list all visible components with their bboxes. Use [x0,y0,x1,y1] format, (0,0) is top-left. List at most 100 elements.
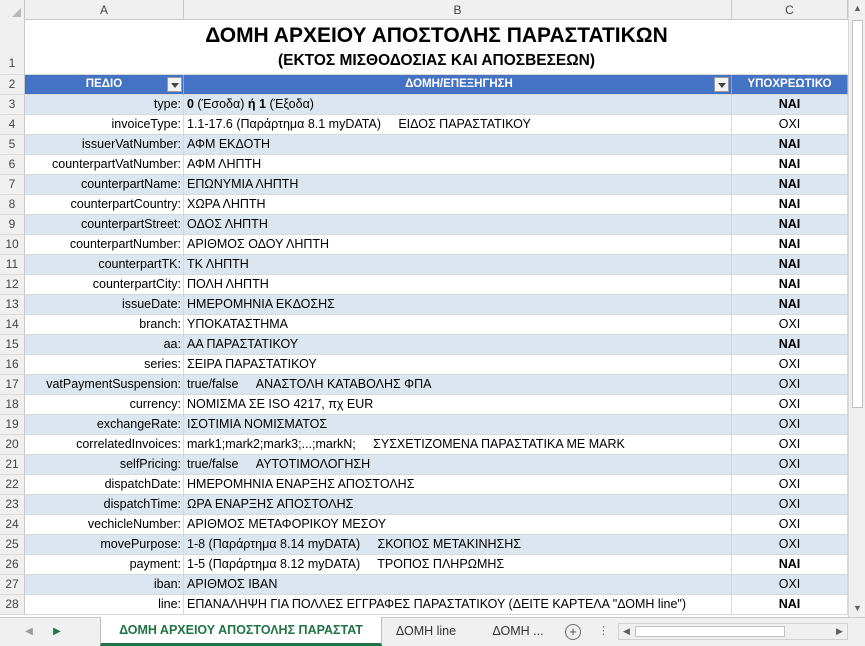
horizontal-scrollbar[interactable]: ◀ ▶ [618,623,848,640]
description-cell[interactable]: 0 (Έσοδα) ή 1 (Έξοδα) [184,95,732,115]
column-header-c[interactable]: C [732,0,848,20]
description-cell[interactable]: ΕΠΑΝΑΛΗΨΗ ΓΙΑ ΠΟΛΛΕΣ ΕΓΓΡΑΦΕΣ ΠΑΡΑΣΤΑΤΙΚ… [184,595,732,615]
scroll-left-icon[interactable]: ◀ [619,624,634,639]
add-sheet-icon[interactable]: + [565,624,581,640]
row-number[interactable]: 12 [0,275,25,295]
row-number[interactable]: 6 [0,155,25,175]
row-number[interactable]: 7 [0,175,25,195]
required-cell[interactable]: ΝΑΙ [732,215,848,235]
description-cell[interactable]: ΑΡΙΘΜΟΣ ΟΔΟΥ ΛΗΠΤΗ [184,235,732,255]
row-number[interactable]: 28 [0,595,25,615]
row-number[interactable]: 8 [0,195,25,215]
field-name-cell[interactable]: currency: [25,395,184,415]
row-number[interactable]: 15 [0,335,25,355]
required-cell[interactable]: ΟΧΙ [732,575,848,595]
field-name-cell[interactable]: invoiceType: [25,115,184,135]
filter-dropdown-icon[interactable] [714,77,729,92]
description-cell[interactable]: 1.1-17.6 (Παράρτημα 8.1 myDATA) ΕΙΔΟΣ ΠΑ… [184,115,732,135]
field-name-cell[interactable]: dispatchTime: [25,495,184,515]
field-name-cell[interactable]: movePurpose: [25,535,184,555]
description-cell[interactable]: ΝΟΜΙΣΜΑ ΣΕ ISO 4217, πχ EUR [184,395,732,415]
required-cell[interactable]: ΟΧΙ [732,475,848,495]
description-cell[interactable]: ΟΔΟΣ ΛΗΠΤΗ [184,215,732,235]
field-name-cell[interactable]: iban: [25,575,184,595]
select-all-button[interactable] [0,0,25,20]
row-number[interactable]: 19 [0,415,25,435]
tab-prev-icon[interactable]: ◀ [22,623,36,641]
required-cell[interactable]: ΟΧΙ [732,415,848,435]
required-cell[interactable]: ΟΧΙ [732,435,848,455]
required-cell[interactable]: ΟΧΙ [732,495,848,515]
row-number[interactable]: 20 [0,435,25,455]
description-cell[interactable]: ΧΩΡΑ ΛΗΠΤΗ [184,195,732,215]
field-name-cell[interactable]: exchangeRate: [25,415,184,435]
row-number[interactable]: 1 [0,20,25,75]
field-name-cell[interactable]: counterpartCountry: [25,195,184,215]
splitter-handle-icon[interactable]: ⋮ [598,624,609,640]
field-name-cell[interactable]: counterpartName: [25,175,184,195]
header-field[interactable]: ΠΕΔΙΟ [25,75,184,95]
row-number[interactable]: 14 [0,315,25,335]
scroll-up-icon[interactable]: ▲ [849,0,865,17]
field-name-cell[interactable]: payment: [25,555,184,575]
required-cell[interactable]: ΝΑΙ [732,155,848,175]
field-name-cell[interactable]: vatPaymentSuspension: [25,375,184,395]
field-name-cell[interactable]: counterpartStreet: [25,215,184,235]
description-cell[interactable]: ΕΠΩΝΥΜΙΑ ΛΗΠΤΗ [184,175,732,195]
required-cell[interactable]: ΝΑΙ [732,235,848,255]
field-name-cell[interactable]: dispatchDate: [25,475,184,495]
required-cell[interactable]: ΝΑΙ [732,95,848,115]
required-cell[interactable]: ΟΧΙ [732,315,848,335]
description-cell[interactable]: ΗΜΕΡΟΜΗΝΙΑ ΕΚΔΟΣΗΣ [184,295,732,315]
tab-more-sheet[interactable]: ΔΟΜΗ ... [478,618,558,645]
row-number[interactable]: 23 [0,495,25,515]
field-name-cell[interactable]: type: [25,95,184,115]
field-name-cell[interactable]: issueDate: [25,295,184,315]
field-name-cell[interactable]: counterpartCity: [25,275,184,295]
scroll-down-icon[interactable]: ▼ [849,600,865,617]
description-cell[interactable]: 1-5 (Παράρτημα 8.12 myDATA) ΤΡΟΠΟΣ ΠΛΗΡΩ… [184,555,732,575]
column-header-b[interactable]: B [184,0,732,20]
description-cell[interactable]: ΑΦΜ ΛΗΠΤΗ [184,155,732,175]
spreadsheet-grid[interactable]: A B C 1 ΔΟΜΗ ΑΡΧΕΙΟΥ ΑΠΟΣΤΟΛΗΣ ΠΑΡΑΣΤΑΤΙ… [0,0,848,617]
field-name-cell[interactable]: counterpartTK: [25,255,184,275]
row-number[interactable]: 11 [0,255,25,275]
row-number[interactable]: 18 [0,395,25,415]
column-header-a[interactable]: A [25,0,184,20]
tab-next-icon[interactable]: ▶ [50,623,64,641]
row-number[interactable]: 4 [0,115,25,135]
required-cell[interactable]: ΟΧΙ [732,455,848,475]
required-cell[interactable]: ΟΧΙ [732,515,848,535]
description-cell[interactable]: 1-8 (Παράρτημα 8.14 myDATA) ΣΚΟΠΟΣ ΜΕΤΑΚ… [184,535,732,555]
required-cell[interactable]: ΝΑΙ [732,175,848,195]
row-number[interactable]: 25 [0,535,25,555]
required-cell[interactable]: ΝΑΙ [732,335,848,355]
description-cell[interactable]: ΠΟΛΗ ΛΗΠΤΗ [184,275,732,295]
description-cell[interactable]: true/false ΑΥΤΟΤΙΜΟΛΟΓΗΣΗ [184,455,732,475]
description-cell[interactable]: ΣΕΙΡΑ ΠΑΡΑΣΤΑΤΙΚΟΥ [184,355,732,375]
header-required[interactable]: ΥΠΟΧΡΕΩΤΙΚΟ [732,75,848,95]
header-structure[interactable]: ΔΟΜΗ/ΕΠΕΞΗΓΗΣΗ [184,75,732,95]
required-cell[interactable]: ΝΑΙ [732,255,848,275]
row-number[interactable]: 5 [0,135,25,155]
title-cell[interactable]: ΔΟΜΗ ΑΡΧΕΙΟΥ ΑΠΟΣΤΟΛΗΣ ΠΑΡΑΣΤΑΤΙΚΩΝ (ΕΚΤ… [25,20,848,75]
required-cell[interactable]: ΝΑΙ [732,595,848,615]
description-cell[interactable]: true/false ΑΝΑΣΤΟΛΗ ΚΑΤΑΒΟΛΗΣ ΦΠΑ [184,375,732,395]
required-cell[interactable]: ΝΑΙ [732,295,848,315]
required-cell[interactable]: ΟΧΙ [732,375,848,395]
filter-dropdown-icon[interactable] [167,77,182,92]
row-number[interactable]: 3 [0,95,25,115]
description-cell[interactable]: ΑΦΜ ΕΚΔΟΤΗ [184,135,732,155]
row-number[interactable]: 21 [0,455,25,475]
field-name-cell[interactable]: issuerVatNumber: [25,135,184,155]
required-cell[interactable]: ΟΧΙ [732,355,848,375]
field-name-cell[interactable]: vechicleNumber: [25,515,184,535]
row-number[interactable]: 2 [0,75,25,95]
field-name-cell[interactable]: counterpartNumber: [25,235,184,255]
tab-line-sheet[interactable]: ΔΟΜΗ line [384,618,468,645]
required-cell[interactable]: ΝΑΙ [732,555,848,575]
field-name-cell[interactable]: series: [25,355,184,375]
required-cell[interactable]: ΟΧΙ [732,115,848,135]
vertical-scrollbar[interactable]: ▲ ▼ [848,0,865,617]
field-name-cell[interactable]: branch: [25,315,184,335]
